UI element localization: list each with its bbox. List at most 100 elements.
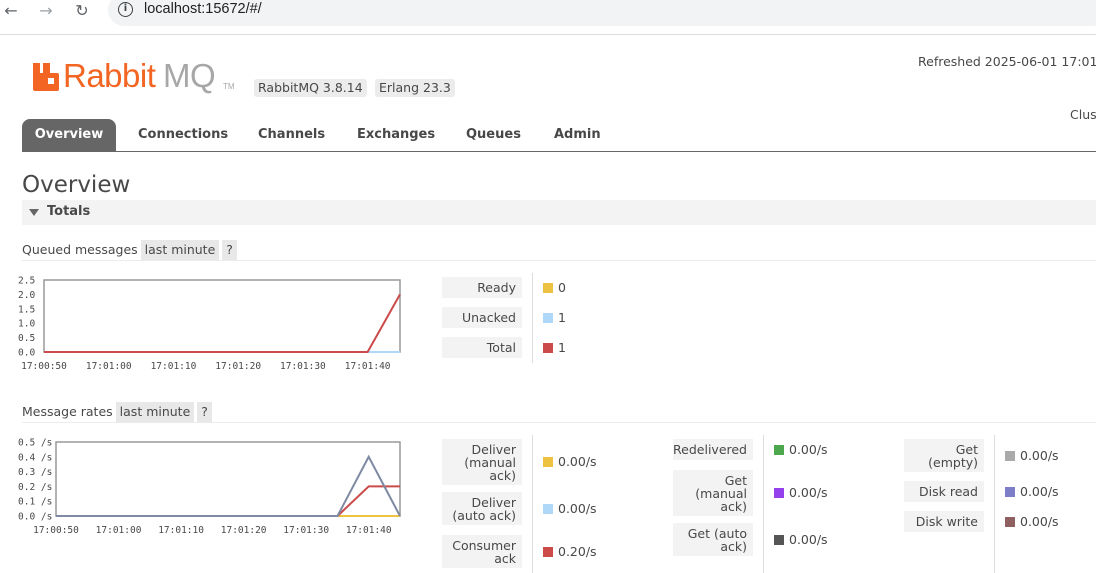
chart-svg: 0.0 /s 0.1 /s 0.2 /s 0.3 /s 0.4 /s 0.5 /s 17:0… [18, 438, 401, 536]
chart-svg: 0.0 0.5 1.0 1.5 2.0 2.5 17:00:50 17:01:00 17:01:… [18, 276, 401, 372]
legend-item-redelivered[interactable]: Redelivered [673, 439, 753, 460]
x-tick-label: 17:01:30 [283, 525, 329, 536]
legend-value: 0.00/s [558, 500, 597, 516]
message-rates-label: Message rates [22, 404, 113, 419]
rates-help-button[interactable]: ? [197, 402, 212, 422]
legend-swatch [1005, 516, 1015, 527]
queued-help-button[interactable]: ? [222, 240, 237, 260]
browser-toolbar: ← → ↻ i localhost:15672/#/ [0, 0, 1096, 26]
y-tick-label: 0.2 /s [18, 482, 52, 493]
legend-label: (empty) [928, 454, 978, 470]
page-title: Overview [22, 172, 131, 198]
forward-arrow-icon[interactable]: → [35, 0, 57, 22]
y-tick-label: 0.1 /s [18, 497, 52, 508]
legend-value: 1 [558, 309, 566, 325]
y-tick-label: 0.0 /s [18, 512, 52, 523]
legend-swatch [543, 503, 553, 514]
rates-range-selector[interactable]: last minute [115, 402, 195, 422]
legend-label: ack [494, 550, 516, 566]
y-tick-label: 0.3 /s [18, 467, 52, 478]
legend-value: 0 [558, 279, 566, 295]
site-info-icon[interactable]: i [118, 2, 133, 17]
totals-section-title: Totals [47, 204, 91, 219]
logo-text-rabbit: Rabbit [63, 57, 156, 94]
legend-swatch [774, 534, 784, 545]
y-tick-label: 0.5 [18, 333, 35, 344]
rabbitmq-version-badge: RabbitMQ 3.8.14 [254, 79, 367, 97]
legend-item-unacked[interactable]: Unacked [442, 307, 522, 328]
refreshed-timestamp: Refreshed 2025-06-01 17:01 [918, 54, 1096, 69]
legend-label: ack) [720, 498, 747, 514]
legend-value: 0.20/s [558, 543, 597, 559]
legend-label: Deliver [471, 441, 517, 457]
y-tick-label: 2.5 [18, 276, 35, 287]
x-tick-label: 17:00:50 [21, 361, 67, 372]
x-tick-label: 17:01:10 [151, 361, 197, 372]
legend-swatch [543, 312, 553, 323]
legend-value: 0.00/s [1020, 483, 1059, 499]
x-tick-label: 17:01:00 [96, 525, 142, 536]
legend-label: Get (auto [687, 525, 747, 541]
legend-separator [532, 435, 533, 573]
logo-trademark: TM [223, 82, 235, 91]
legend-label: Disk read [919, 484, 978, 499]
legend-item-get-manual-ack-[interactable]: Get (manual ack) [673, 470, 753, 516]
legend-item-ready[interactable]: Ready [442, 277, 522, 298]
legend-swatch [774, 488, 784, 498]
x-tick-label: 17:01:40 [345, 361, 391, 372]
legend-item-disk-write[interactable]: Disk write [904, 511, 984, 532]
x-tick-label: 17:01:10 [158, 525, 204, 536]
legend-value: 0.00/s [1020, 513, 1059, 529]
legend-value: 0.00/s [558, 454, 597, 469]
queued-range-selector[interactable]: last minute [140, 240, 220, 260]
tab-connections[interactable]: Connections [138, 119, 228, 151]
tab-exchanges[interactable]: Exchanges [357, 119, 435, 151]
main-tabs: Overview Connections Channels Exchanges … [22, 119, 1096, 152]
legend-label: Get [724, 472, 747, 488]
queued-divider [22, 260, 1096, 261]
legend-item-disk-read[interactable]: Disk read [904, 481, 984, 502]
legend-item-total[interactable]: Total [442, 337, 522, 358]
legend-value: 1 [558, 339, 566, 355]
x-tick-label: 17:01:00 [86, 361, 132, 372]
legend-swatch [1005, 450, 1015, 461]
x-tick-label: 17:00:50 [33, 525, 79, 536]
url-text[interactable]: localhost:15672/#/ [144, 1, 262, 17]
legend-separator [994, 435, 995, 573]
legend-label: Unacked [461, 310, 516, 325]
legend-value: 0.00/s [1020, 447, 1059, 463]
legend-swatch [543, 546, 553, 557]
x-tick-label: 17:01:30 [280, 361, 326, 372]
tab-admin[interactable]: Admin [554, 119, 601, 151]
queued-messages-label: Queued messages [22, 242, 138, 257]
reload-icon[interactable]: ↻ [71, 0, 93, 22]
y-tick-label: 1.5 [18, 304, 35, 315]
queued-messages-heading: Queued messages last minute? [22, 240, 237, 260]
legend-item-deliver-manual-ack-[interactable]: Deliver (manual ack) [442, 439, 522, 485]
message-rates-heading: Message rates last minute? [22, 402, 212, 422]
back-arrow-icon[interactable]: ← [0, 0, 22, 22]
legend-item-get-empty-[interactable]: Get (empty) [904, 439, 984, 472]
legend-value: 0.00/s [789, 441, 828, 457]
totals-section-header[interactable]: Totals [22, 200, 1096, 225]
legend-label: Total [486, 340, 516, 355]
legend-label: ack) [720, 538, 747, 554]
tab-channels[interactable]: Channels [258, 119, 325, 151]
legend-label: (manual [464, 454, 516, 470]
x-tick-label: 17:01:20 [215, 361, 261, 372]
y-tick-label: 0.0 [18, 348, 35, 359]
legend-swatch [543, 457, 553, 467]
legend-item-deliver-auto-ack-[interactable]: Deliver (auto ack) [442, 492, 522, 525]
address-bar[interactable]: i localhost:15672/#/ [108, 0, 1096, 26]
tab-overview[interactable]: Overview [22, 119, 116, 151]
legend-value: 0.00/s [789, 485, 828, 500]
legend-swatch [1005, 486, 1015, 497]
legend-label: (auto ack) [452, 507, 516, 523]
legend-item-get-auto-ack-[interactable]: Get (auto ack) [673, 523, 753, 556]
collapse-caret-icon[interactable] [29, 209, 39, 216]
legend-item-consumer-ack[interactable]: Consumer ack [442, 535, 522, 568]
legend-label: Redelivered [673, 442, 747, 457]
tab-queues[interactable]: Queues [466, 119, 521, 151]
queued-messages-chart: 0.0 0.5 1.0 1.5 2.0 2.5 17:00:50 17:01:00 17:01:… [16, 274, 406, 374]
legend-separator [763, 435, 764, 573]
